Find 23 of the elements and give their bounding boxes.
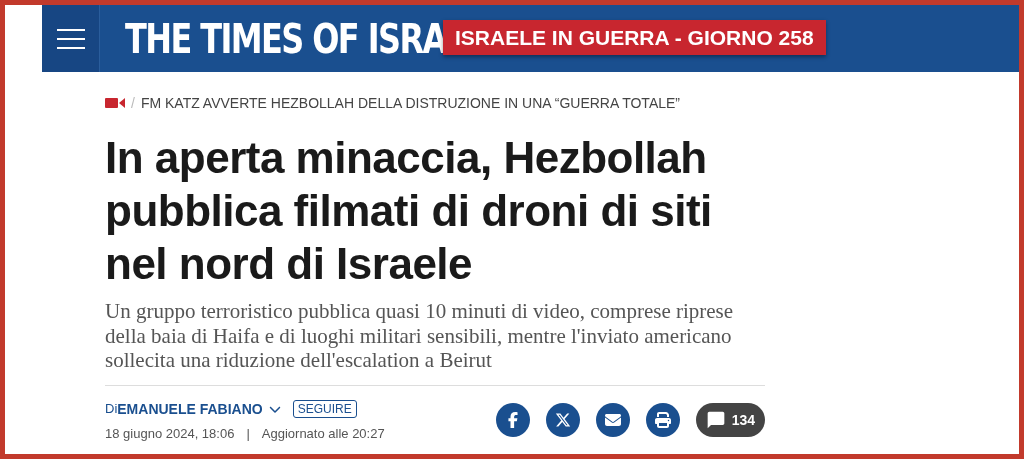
headline: In aperta minaccia, Hezbollah pubblica filmati di droni di siti nel nord di Israele [105, 132, 713, 290]
share-button[interactable] [595, 403, 630, 437]
publish-date: 18 giugno 2024, 18:06 [105, 425, 235, 441]
x-icon [554, 412, 571, 428]
comments-button[interactable]: 134 [695, 403, 765, 437]
print-icon [654, 412, 671, 428]
kicker-link[interactable]: FM KATZ AVVERTE HEZBOLLAH DELLA DISTRUZIONE IN UNA “GUERRA TOTALE” [140, 95, 680, 111]
share-button[interactable] [495, 403, 530, 437]
comment-icon [705, 410, 726, 430]
byline-prefix: Di [105, 401, 118, 416]
war-day-banner: ISRAELE IN GUERRA - GIORNO 258 [443, 20, 826, 55]
share-button[interactable] [645, 403, 680, 437]
updated-time: Aggiornato alle 20:27 [261, 425, 385, 441]
email-icon [604, 412, 621, 428]
separator: / [131, 95, 135, 111]
menu-button[interactable] [42, 5, 100, 72]
author-link[interactable]: EMANUELE FABIANO [117, 400, 263, 417]
follow-button[interactable]: SEGUIRE [292, 399, 357, 418]
share-button[interactable] [545, 403, 580, 437]
separator: | [246, 425, 250, 441]
site-logo[interactable]: THE TIMES OF ISRA [125, 15, 446, 62]
subtitle: Un gruppo terroristico pubblica quasi 10 minuti di video, comprese riprese della baia di Haifa e di luoghi militari sensibili, mentre l'inviato americano sollecita una riduzione dell'escalation a Beirut [105, 299, 735, 373]
video-camera-icon [105, 97, 125, 109]
